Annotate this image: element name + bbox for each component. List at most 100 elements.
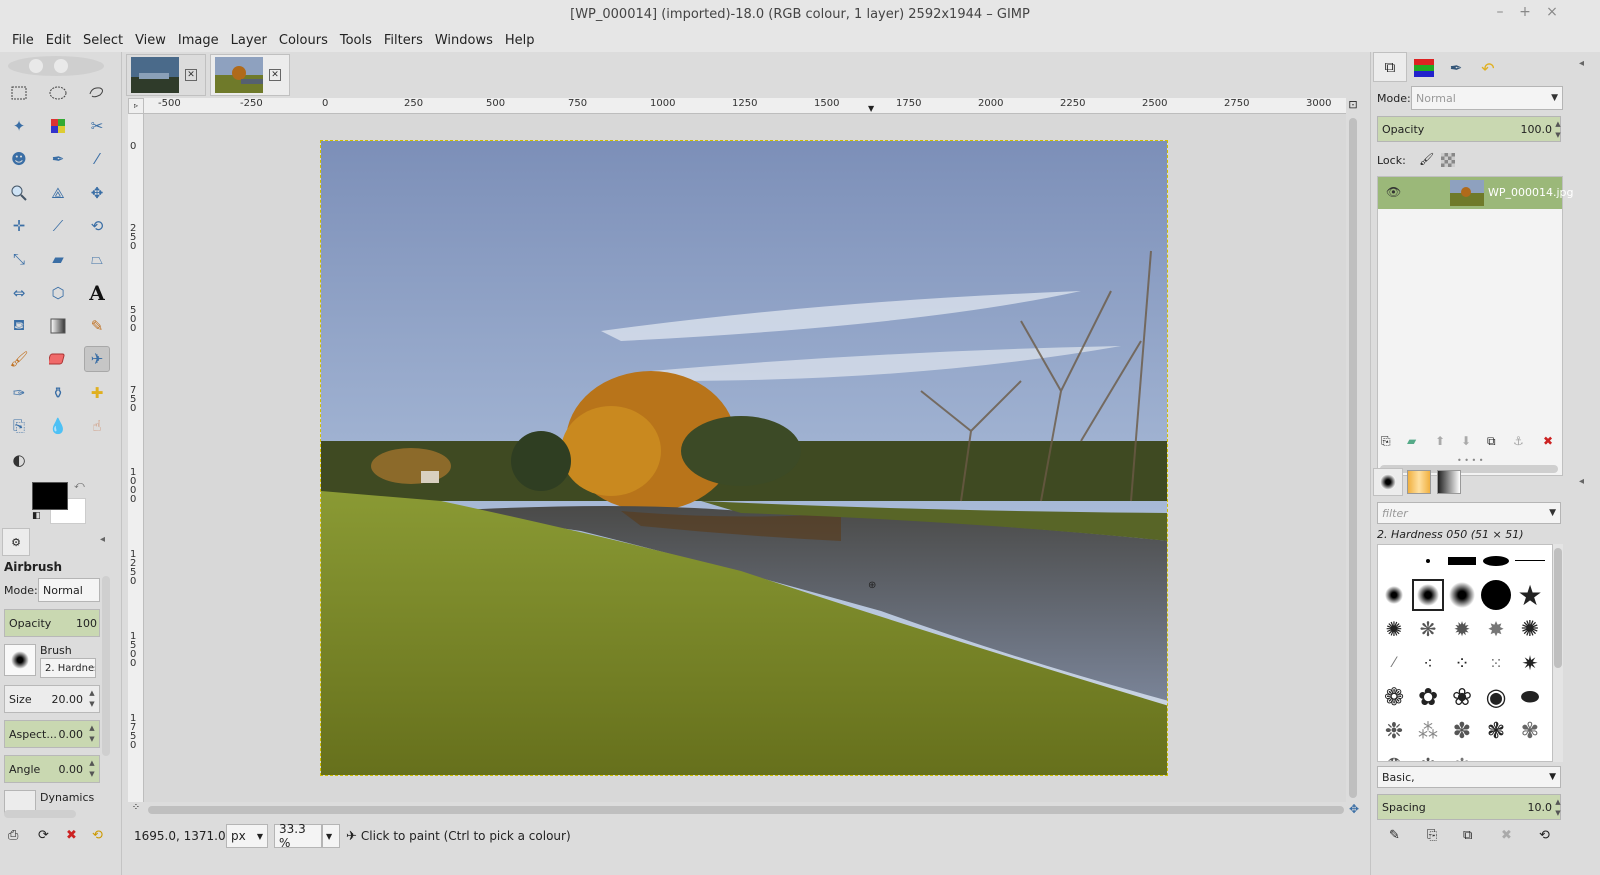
- brushes-menu-icon[interactable]: ◂: [1579, 476, 1584, 487]
- pencil-icon[interactable]: ✎: [84, 313, 110, 339]
- mode-select[interactable]: Normal: [38, 578, 100, 602]
- perspective-clone-icon[interactable]: ⎘: [6, 413, 32, 439]
- brushes-tab-icon[interactable]: [1373, 468, 1403, 496]
- brush-item[interactable]: ⁄: [1378, 647, 1410, 679]
- brush-item[interactable]: [1514, 545, 1546, 577]
- measure-icon[interactable]: ⟁: [45, 180, 71, 206]
- delete-brush-icon[interactable]: ✖: [1501, 828, 1512, 843]
- lock-alpha-icon[interactable]: [1441, 153, 1455, 167]
- horizontal-scrollbar[interactable]: [144, 802, 1346, 818]
- undo-history-tab-icon[interactable]: ↶: [1473, 54, 1503, 82]
- navigate-icon[interactable]: ⁘: [128, 802, 144, 818]
- brush-item[interactable]: ✺: [1378, 613, 1410, 645]
- brush-item[interactable]: [1412, 545, 1444, 577]
- zoom-dropdown-icon[interactable]: ▼: [322, 824, 340, 848]
- layer-row[interactable]: 👁 WP_000014.jpg: [1378, 177, 1574, 209]
- close-tab-icon[interactable]: ✕: [269, 69, 281, 81]
- anchor-layer-icon[interactable]: ⚓: [1513, 434, 1524, 448]
- zoom-to-fit-icon[interactable]: ⊡: [1346, 98, 1360, 114]
- aspect-slider[interactable]: Aspect... 0.00 ▲ ▼: [4, 720, 100, 748]
- perspective-icon[interactable]: ⏢: [84, 246, 110, 272]
- heal-icon[interactable]: ✚: [84, 380, 110, 406]
- save-options-icon[interactable]: ⎙: [8, 828, 18, 843]
- brush-filter-input[interactable]: filter ▼: [1377, 502, 1561, 524]
- lower-layer-icon[interactable]: ⬇: [1461, 434, 1471, 448]
- brush-item[interactable]: ⁘: [1446, 647, 1478, 679]
- menu-windows[interactable]: Windows: [429, 33, 499, 48]
- text-tool-icon[interactable]: A: [84, 280, 110, 306]
- menu-image[interactable]: Image: [172, 33, 225, 48]
- dodge-burn-icon[interactable]: ◐: [6, 447, 32, 473]
- unit-select[interactable]: px ▼: [226, 824, 268, 848]
- align-icon[interactable]: ✛: [6, 213, 32, 239]
- brush-item[interactable]: ✾: [1514, 715, 1546, 747]
- fuzzy-select-icon[interactable]: ✦: [6, 113, 32, 139]
- brush-item[interactable]: ❋: [1412, 613, 1444, 645]
- menu-select[interactable]: Select: [77, 33, 129, 48]
- vertical-scrollbar[interactable]: [1346, 114, 1360, 802]
- ink-icon[interactable]: ✑: [6, 380, 32, 406]
- rotate-icon[interactable]: ⟲: [84, 213, 110, 239]
- spacing-spinner-icon[interactable]: ▲ ▼: [1554, 797, 1562, 819]
- brush-item[interactable]: ❀: [1446, 681, 1478, 713]
- tool-options-hscrollbar[interactable]: [4, 810, 76, 818]
- zoom-field[interactable]: 33.3 %: [274, 822, 322, 850]
- eraser-icon[interactable]: [45, 346, 71, 372]
- restore-options-icon[interactable]: ⟳: [38, 828, 49, 843]
- select-by-color-icon[interactable]: [45, 113, 71, 139]
- brush-item[interactable]: ✹: [1446, 613, 1478, 645]
- brush-item[interactable]: ✺: [1514, 613, 1546, 645]
- brush-item[interactable]: ✽: [1446, 715, 1478, 747]
- brush-item[interactable]: ✷: [1514, 647, 1546, 679]
- gradient-icon[interactable]: [45, 313, 71, 339]
- angle-slider[interactable]: Angle 0.00 ▲ ▼: [4, 755, 100, 783]
- scale-icon[interactable]: ⤡: [6, 246, 32, 272]
- brush-item[interactable]: ✿: [1412, 681, 1444, 713]
- menu-filters[interactable]: Filters: [378, 33, 429, 48]
- vertical-scroll-thumb[interactable]: [1349, 118, 1357, 798]
- angle-spinner-icon[interactable]: ▲ ▼: [87, 758, 97, 780]
- star-brush-icon[interactable]: ★: [1514, 579, 1546, 612]
- size-spinner-icon[interactable]: ▲ ▼: [87, 688, 97, 710]
- duplicate-layer-icon[interactable]: ⧉: [1487, 434, 1496, 449]
- crop-icon[interactable]: ⟋: [45, 213, 71, 239]
- gradients-tab-icon[interactable]: [1437, 470, 1461, 494]
- brush-item[interactable]: ❃: [1480, 715, 1512, 747]
- menu-file[interactable]: File: [6, 33, 40, 48]
- minimize-button[interactable]: –: [1490, 4, 1510, 20]
- menu-edit[interactable]: Edit: [40, 33, 77, 48]
- layer-mode-select[interactable]: Normal ▼: [1411, 86, 1563, 110]
- brush-name-field[interactable]: 2. Hardness: [40, 658, 96, 678]
- aspect-spinner-icon[interactable]: ▲ ▼: [87, 723, 97, 745]
- brush-item[interactable]: ⁖: [1412, 647, 1444, 679]
- size-slider[interactable]: Size 20.00 ▲ ▼: [4, 685, 100, 713]
- brush-item[interactable]: [1480, 545, 1512, 577]
- brush-item[interactable]: [1446, 545, 1478, 577]
- menu-layer[interactable]: Layer: [225, 33, 273, 48]
- lasso-icon[interactable]: [84, 80, 110, 106]
- tool-options-scrollbar[interactable]: [102, 576, 110, 756]
- new-layer-icon[interactable]: ⎘: [1381, 434, 1391, 449]
- layer-name[interactable]: WP_000014.jpg: [1488, 186, 1574, 199]
- brush-tag-select[interactable]: Basic, ▼: [1377, 766, 1561, 788]
- layer-opacity-spinner-icon[interactable]: ▲ ▼: [1554, 119, 1562, 141]
- visibility-eye-icon[interactable]: 👁: [1386, 185, 1401, 199]
- edit-brush-icon[interactable]: ✎: [1389, 828, 1400, 843]
- brush-preview[interactable]: [4, 644, 36, 676]
- image-tab-1[interactable]: ✕: [126, 54, 206, 96]
- menu-tools[interactable]: Tools: [334, 33, 378, 48]
- bucket-fill-icon[interactable]: ⛾: [6, 313, 32, 339]
- brush-item[interactable]: ❂: [1378, 749, 1410, 762]
- image-tab-2[interactable]: ✕: [210, 54, 290, 96]
- quick-mask-corner-icon[interactable]: ▹: [128, 98, 144, 114]
- brush-grid[interactable]: ★ ✺ ❋ ✹ ✸ ✺ ⁄ ⁖ ⁘ ⁙ ✷ ❁ ✿ ❀ ◉ ⬬ ❉ ⁂ ✽ ❃ …: [1377, 544, 1553, 762]
- foreground-select-icon[interactable]: ☻: [6, 146, 32, 172]
- close-tab-icon[interactable]: ✕: [185, 69, 197, 81]
- paths-tab-icon[interactable]: ✒: [1441, 54, 1471, 82]
- cage-transform-icon[interactable]: ⬡: [45, 280, 71, 306]
- delete-layer-icon[interactable]: ✖: [1543, 434, 1553, 448]
- brush-item[interactable]: ◉: [1480, 681, 1512, 713]
- brush-item[interactable]: ✸: [1480, 613, 1512, 645]
- brush-item[interactable]: [1378, 579, 1410, 611]
- opacity-slider[interactable]: Opacity 100: [4, 609, 100, 637]
